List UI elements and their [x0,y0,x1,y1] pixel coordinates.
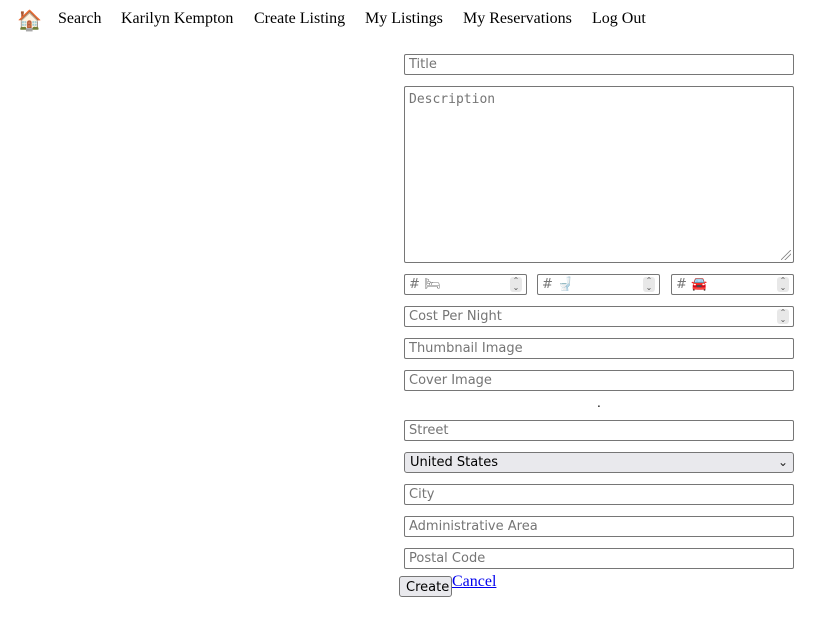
nav-logout-link[interactable]: Log Out [592,10,646,28]
bathrooms-placeholder: # 🚽 [542,277,574,292]
parking-placeholder: # 🚘 [676,277,708,292]
nav-my-reservations-link[interactable]: My Reservations [463,10,572,28]
bathrooms-spinner[interactable]: ⌃ ⌄ [643,277,655,292]
country-select[interactable]: United States ⌄ [404,452,794,473]
chevron-down-icon: ⌄ [777,455,788,469]
parking-input[interactable]: # 🚘 ⌃ ⌄ [671,274,794,295]
cost-per-night-input[interactable]: Cost Per Night ⌃ ⌄ [404,306,794,327]
home-icon[interactable]: 🏠 [17,8,42,33]
top-nav: 🏠 Search Karilyn Kempton Create Listing … [0,0,832,40]
street-placeholder: Street [409,423,449,438]
title-placeholder: Title [409,57,437,72]
city-input[interactable]: City [404,484,794,505]
thumbnail-placeholder: Thumbnail Image [409,341,523,356]
nav-search-link[interactable]: Search [58,10,102,28]
create-button[interactable]: Create [399,576,452,597]
description-textarea[interactable]: Description [404,86,794,263]
cost-placeholder: Cost Per Night [409,309,502,324]
bedrooms-input[interactable]: # 🛏 ⌃ ⌄ [404,274,527,295]
administrative-area-input[interactable]: Administrative Area [404,516,794,537]
parking-spinner[interactable]: ⌃ ⌄ [777,277,789,292]
bedrooms-placeholder: # 🛏 [409,277,441,292]
bedrooms-spinner[interactable]: ⌃ ⌄ [510,277,522,292]
cover-placeholder: Cover Image [409,373,492,388]
nav-my-listings-link[interactable]: My Listings [365,10,443,28]
administrative-area-placeholder: Administrative Area [409,519,538,534]
postal-code-placeholder: Postal Code [409,551,486,566]
cover-image-input[interactable]: Cover Image [404,370,794,391]
country-selected-value: United States [410,455,499,470]
thumbnail-image-input[interactable]: Thumbnail Image [404,338,794,359]
postal-code-input[interactable]: Postal Code [404,548,794,569]
title-input[interactable]: Title [404,54,794,75]
resize-grip-icon[interactable] [781,250,791,260]
cost-spinner[interactable]: ⌃ ⌄ [777,309,789,324]
nav-user-link[interactable]: Karilyn Kempton [121,10,233,28]
street-input[interactable]: Street [404,420,794,441]
nav-create-listing-link[interactable]: Create Listing [254,10,345,28]
separator-dot: . [597,396,601,410]
bathrooms-input[interactable]: # 🚽 ⌃ ⌄ [537,274,660,295]
city-placeholder: City [409,487,435,502]
cancel-link[interactable]: Cancel [452,573,496,591]
description-placeholder: Description [409,92,496,107]
